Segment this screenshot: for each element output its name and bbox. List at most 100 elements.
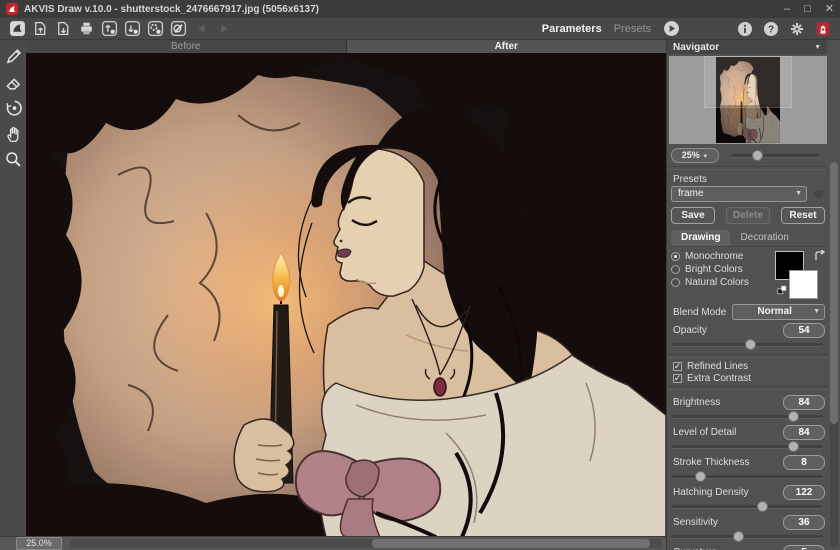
radio-dot[interactable]: [671, 265, 680, 274]
eraser-tool-icon[interactable]: [3, 71, 23, 91]
radio-dot[interactable]: [671, 278, 680, 287]
brightness-label: Brightness: [673, 397, 783, 408]
redo-icon: [215, 20, 233, 37]
style-tabs: DrawingDecoration: [671, 230, 827, 247]
level-of-detail-slider-handle[interactable]: [788, 441, 799, 452]
level-of-detail-label: Level of Detail: [673, 427, 783, 438]
horizontal-scrollbar-thumb[interactable]: [372, 539, 650, 548]
stroke-thickness-slider-handle[interactable]: [695, 471, 706, 482]
sensitivity-value[interactable]: 36: [783, 515, 825, 530]
navigator-collapse-icon[interactable]: ▼: [814, 44, 821, 51]
brightness-slider[interactable]: [671, 411, 823, 422]
checkbox-label: Refined Lines: [687, 361, 748, 372]
before-after-tabs: Before After: [26, 40, 666, 53]
checkbox-box[interactable]: ✓: [673, 362, 682, 371]
default-colors-icon[interactable]: [777, 285, 788, 296]
navigator-header[interactable]: Navigator ▼: [667, 40, 827, 54]
history-brush-tool-icon[interactable]: [3, 97, 23, 117]
zoom-slider-handle[interactable]: [752, 150, 763, 161]
print-icon[interactable]: [77, 20, 95, 37]
hatching-density-slider-handle[interactable]: [757, 501, 768, 512]
export-presets-icon[interactable]: [123, 20, 141, 37]
hand-tool-icon[interactable]: [3, 123, 23, 143]
open-file-icon[interactable]: [31, 20, 49, 37]
preset-select[interactable]: frame▼: [671, 186, 807, 202]
stroke-thickness-slider[interactable]: [671, 471, 823, 482]
panel-scrollbar-thumb[interactable]: [830, 162, 838, 424]
checkbox-refined-lines[interactable]: ✓ Refined Lines: [667, 360, 827, 372]
tab-before[interactable]: Before: [26, 40, 347, 53]
horizontal-scrollbar[interactable]: [70, 539, 662, 548]
run-icon[interactable]: [662, 20, 680, 37]
favorite-heart-icon[interactable]: [811, 186, 827, 202]
blend-mode-select[interactable]: Normal▼: [732, 304, 825, 320]
opacity-slider-handle[interactable]: [745, 339, 756, 350]
app-logo-icon[interactable]: [8, 20, 26, 37]
import-presets-icon[interactable]: [100, 20, 118, 37]
tab-after[interactable]: After: [347, 40, 667, 53]
maximize-button[interactable]: □: [804, 4, 811, 14]
pencil-tool-icon[interactable]: [3, 45, 23, 65]
view-tab-parameters[interactable]: Parameters: [542, 23, 602, 35]
curvature-value[interactable]: 5: [783, 545, 825, 550]
minimize-button[interactable]: –: [784, 4, 790, 14]
swap-colors-icon[interactable]: [814, 250, 825, 261]
checkbox-extra-contrast[interactable]: ✓ Extra Contrast: [667, 372, 827, 384]
sensitivity-slider[interactable]: [671, 531, 823, 542]
navigator-title: Navigator: [673, 42, 719, 53]
view-tab-presets[interactable]: Presets: [614, 23, 651, 35]
akvis-draw-window: AKVIS Draw v.10.0 - shutterstock_2476667…: [0, 0, 840, 550]
color-swatches: [771, 251, 825, 299]
zoom-tool-icon[interactable]: [3, 149, 23, 169]
brightness-value[interactable]: 84: [783, 395, 825, 410]
hatching-density-slider[interactable]: [671, 501, 823, 512]
level-of-detail-value[interactable]: 84: [783, 425, 825, 440]
pen-toggle-icon[interactable]: [169, 20, 187, 37]
tab-drawing[interactable]: Drawing: [671, 230, 730, 246]
panel-scrollbar[interactable]: [830, 162, 838, 547]
settings-icon[interactable]: [788, 20, 806, 37]
opacity-label: Opacity: [673, 325, 783, 336]
zoom-slider[interactable]: [731, 150, 819, 161]
background-color-swatch[interactable]: [789, 270, 818, 299]
navigator-preview[interactable]: [669, 56, 827, 144]
statusbar: 25.0%: [0, 536, 666, 550]
checkbox-label: Extra Contrast: [687, 373, 751, 384]
radio-label: Bright Colors: [685, 264, 743, 275]
save-file-icon[interactable]: [54, 20, 72, 37]
svg-text:?: ?: [768, 24, 774, 35]
zoom-level-button[interactable]: 25% ▼: [671, 148, 719, 163]
effect-checkboxes: ✓ Refined Lines ✓ Extra Contrast: [667, 360, 827, 384]
blend-mode-label: Blend Mode: [673, 307, 726, 318]
reset-button[interactable]: Reset: [781, 207, 825, 224]
stroke-thickness-label: Stroke Thickness: [673, 457, 783, 468]
close-button[interactable]: ✕: [825, 4, 834, 14]
info-icon[interactable]: [736, 20, 754, 37]
navigator-view-frame[interactable]: [705, 57, 791, 107]
batch-processing-icon[interactable]: [146, 20, 164, 37]
radio-natural-colors[interactable]: Natural Colors: [671, 277, 771, 287]
brightness-slider-handle[interactable]: [788, 411, 799, 422]
radio-bright-colors[interactable]: Bright Colors: [671, 264, 771, 274]
buy-icon[interactable]: [814, 20, 832, 37]
radio-label: Monochrome: [685, 251, 743, 262]
checkbox-box[interactable]: ✓: [673, 374, 682, 383]
help-icon[interactable]: ?: [762, 20, 780, 37]
level-of-detail-slider[interactable]: [671, 441, 823, 452]
delete-preset-button: Delete: [726, 207, 770, 224]
opacity-slider[interactable]: [671, 339, 823, 350]
radio-dot[interactable]: [671, 252, 680, 261]
image-canvas[interactable]: [26, 53, 666, 537]
navigator-zoom-row: 25% ▼: [667, 144, 827, 164]
tab-decoration[interactable]: Decoration: [730, 230, 798, 246]
statusbar-zoom-value[interactable]: 25.0%: [16, 537, 62, 550]
undo-icon: [192, 20, 210, 37]
hatching-density-value[interactable]: 122: [783, 485, 825, 500]
stroke-thickness-value[interactable]: 8: [783, 455, 825, 470]
tools-sidebar: [0, 40, 26, 550]
radio-monochrome[interactable]: Monochrome: [671, 251, 771, 261]
sensitivity-slider-handle[interactable]: [733, 531, 744, 542]
canvas-area[interactable]: Before After: [26, 40, 666, 550]
opacity-value[interactable]: 54: [783, 323, 825, 338]
save-preset-button[interactable]: Save: [671, 207, 715, 224]
